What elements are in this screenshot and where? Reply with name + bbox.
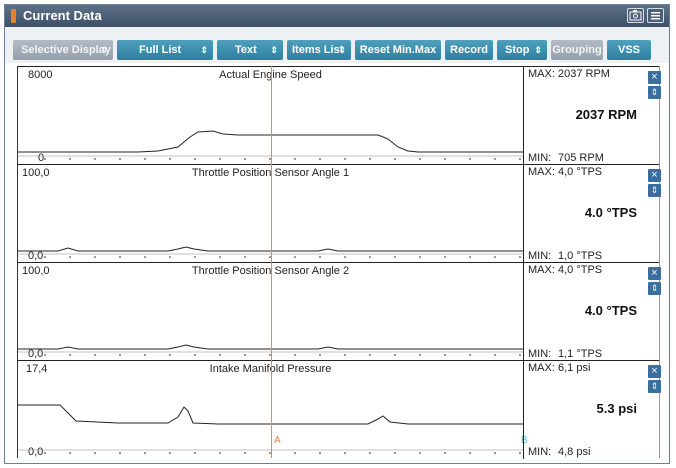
- window-title: Current Data: [23, 8, 102, 23]
- max-value: 2037 RPM: [558, 68, 610, 80]
- text-button[interactable]: Text ⇕: [217, 40, 283, 60]
- close-icon[interactable]: ×: [648, 267, 661, 280]
- reset-label: Reset Min.Max: [359, 44, 437, 56]
- reset-min-max-button[interactable]: Reset Min.Max: [355, 40, 441, 60]
- expand-icon[interactable]: ⇕: [648, 184, 661, 197]
- cursor-a-line[interactable]: [271, 66, 272, 458]
- tick-marks: [44, 452, 521, 454]
- value-side-panel: MAX: 4,0 °TPS 4.0 °TPS MIN: 1,0 °TPS × ⇕: [523, 165, 661, 263]
- max-label: MAX:: [528, 362, 555, 374]
- min-label: MIN:: [528, 446, 552, 458]
- min-row: MIN: 1,1 °TPS: [528, 348, 602, 360]
- grouping-button[interactable]: Grouping: [551, 40, 603, 60]
- max-label: MAX:: [528, 264, 555, 276]
- value-side-panel: MAX: 6,1 psi 5.3 psi MIN: 4,8 psi × ⇕: [523, 361, 661, 459]
- current-value: 5.3 psi: [596, 401, 637, 416]
- items-list-label: Items List: [292, 44, 344, 56]
- tick-marks: [44, 158, 521, 160]
- full-list-button[interactable]: Full List ⇕: [117, 40, 213, 60]
- grouping-label: Grouping: [552, 44, 602, 56]
- close-icon[interactable]: ×: [648, 365, 661, 378]
- record-label: Record: [450, 44, 488, 56]
- min-value: 1,1 °TPS: [558, 348, 603, 360]
- tick-marks: [44, 354, 521, 356]
- current-value: 2037 RPM: [575, 107, 637, 122]
- app-icon: [11, 9, 16, 23]
- value-side-panel: MAX: 4,0 °TPS 4.0 °TPS MIN: 1,1 °TPS × ⇕: [523, 263, 661, 361]
- min-row: MIN: 705 RPM: [528, 152, 604, 164]
- min-row: MIN: 1,0 °TPS: [528, 250, 602, 262]
- dropdown-icon: ⇕: [338, 45, 346, 55]
- capture-icon[interactable]: [627, 8, 644, 23]
- full-list-label: Full List: [139, 44, 182, 56]
- dropdown-icon: ⇕: [270, 45, 278, 55]
- vss-label: VSS: [617, 44, 640, 56]
- graph-panels: 8000 Actual Engine Speed 0 MAX: 2037 RPM …: [17, 66, 661, 459]
- min-value: 705 RPM: [558, 152, 604, 164]
- min-value: 1,0 °TPS: [558, 250, 603, 262]
- max-value: 4,0 °TPS: [558, 264, 603, 276]
- items-list-button[interactable]: Items List ⇕: [287, 40, 351, 60]
- max-row: MAX: 4,0 °TPS: [528, 264, 602, 276]
- max-row: MAX: 6,1 psi: [528, 362, 590, 374]
- expand-icon[interactable]: ⇕: [648, 380, 661, 393]
- min-row: MIN: 4,8 psi: [528, 446, 590, 458]
- current-value: 4.0 °TPS: [584, 205, 637, 220]
- min-label: MIN:: [528, 152, 552, 164]
- selective-display-label: Selective Display: [21, 44, 111, 56]
- min-value: 4,8 psi: [558, 446, 591, 458]
- max-value: 4,0 °TPS: [558, 166, 603, 178]
- text-label: Text: [235, 44, 257, 56]
- vss-button[interactable]: VSS: [607, 40, 651, 60]
- stop-label: Stop: [505, 44, 530, 56]
- cursor-a-label: A: [274, 435, 281, 446]
- record-button[interactable]: Record: [445, 40, 493, 60]
- current-value: 4.0 °TPS: [584, 303, 637, 318]
- max-value: 6,1 psi: [558, 362, 591, 374]
- max-row: MAX: 4,0 °TPS: [528, 166, 602, 178]
- expand-icon[interactable]: ⇕: [648, 282, 661, 295]
- close-icon[interactable]: ×: [648, 169, 661, 182]
- toolbar: Selective Display ⇕ Full List ⇕ Text ⇕ Item…: [5, 27, 669, 63]
- stop-button[interactable]: Stop ⇕: [497, 40, 547, 60]
- dropdown-icon: ⇕: [100, 45, 108, 55]
- dropdown-icon: ⇕: [534, 45, 542, 55]
- min-label: MIN:: [528, 348, 552, 360]
- title-bar: Current Data: [5, 5, 669, 27]
- graph-panel-intake-pressure: 17,4 Intake Manifold Pressure 0,0 A B MA…: [18, 360, 661, 459]
- expand-icon[interactable]: ⇕: [648, 86, 661, 99]
- dropdown-icon: ⇕: [200, 45, 208, 55]
- graph-panel-engine-speed: 8000 Actual Engine Speed 0 MAX: 2037 RPM …: [18, 66, 661, 165]
- max-label: MAX:: [528, 166, 555, 178]
- tick-marks: [44, 256, 521, 258]
- current-data-window: Current Data Selective Display ⇕ Full Lis…: [4, 4, 670, 464]
- graph-panel-tps2: 100,0 Throttle Position Sensor Angle 2 0…: [18, 262, 661, 361]
- value-side-panel: MAX: 2037 RPM 2037 RPM MIN: 705 RPM × ⇕: [523, 67, 661, 165]
- max-label: MAX:: [528, 68, 555, 80]
- max-row: MAX: 2037 RPM: [528, 68, 610, 80]
- graph-panel-tps1: 100,0 Throttle Position Sensor Angle 1 0…: [18, 164, 661, 263]
- menu-icon[interactable]: [647, 8, 664, 23]
- min-label: MIN:: [528, 250, 552, 262]
- selective-display-button[interactable]: Selective Display ⇕: [13, 40, 113, 60]
- close-icon[interactable]: ×: [648, 71, 661, 84]
